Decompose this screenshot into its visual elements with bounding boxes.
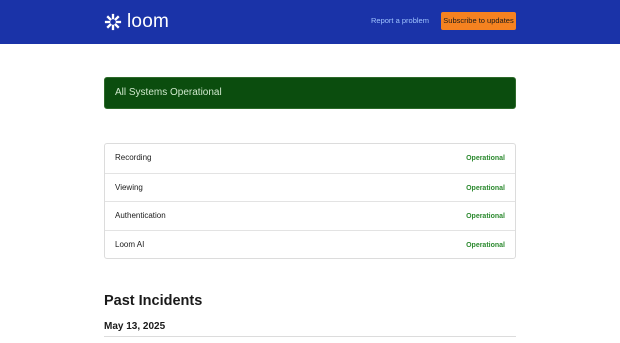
component-row-loom-ai: Loom AI Operational	[105, 230, 515, 259]
component-status: Operational	[466, 185, 505, 192]
component-row-authentication: Authentication Operational	[105, 201, 515, 230]
loom-burst-icon	[104, 13, 122, 31]
status-banner: All Systems Operational	[104, 77, 516, 109]
component-status: Operational	[466, 213, 505, 220]
component-name: Loom AI	[115, 240, 145, 249]
subscribe-button[interactable]: Subscribe to updates	[441, 12, 516, 30]
component-row-recording: Recording Operational	[105, 144, 515, 173]
status-banner-text: All Systems Operational	[115, 87, 222, 98]
logo-text: loom	[127, 11, 169, 32]
loom-logo[interactable]: loom	[104, 10, 169, 34]
page-header: loom Report a problem Subscribe to updat…	[0, 0, 620, 44]
component-status: Operational	[466, 155, 505, 162]
component-row-viewing: Viewing Operational	[105, 173, 515, 202]
components-list: Recording Operational Viewing Operationa…	[104, 143, 516, 259]
component-status: Operational	[466, 242, 505, 249]
component-name: Viewing	[115, 183, 143, 192]
incident-date: May 13, 2025	[104, 321, 166, 332]
component-name: Recording	[115, 153, 152, 162]
component-name: Authentication	[115, 211, 166, 220]
report-problem-link[interactable]: Report a problem	[371, 16, 429, 26]
date-divider	[104, 336, 516, 337]
past-incidents-heading: Past Incidents	[104, 293, 203, 309]
